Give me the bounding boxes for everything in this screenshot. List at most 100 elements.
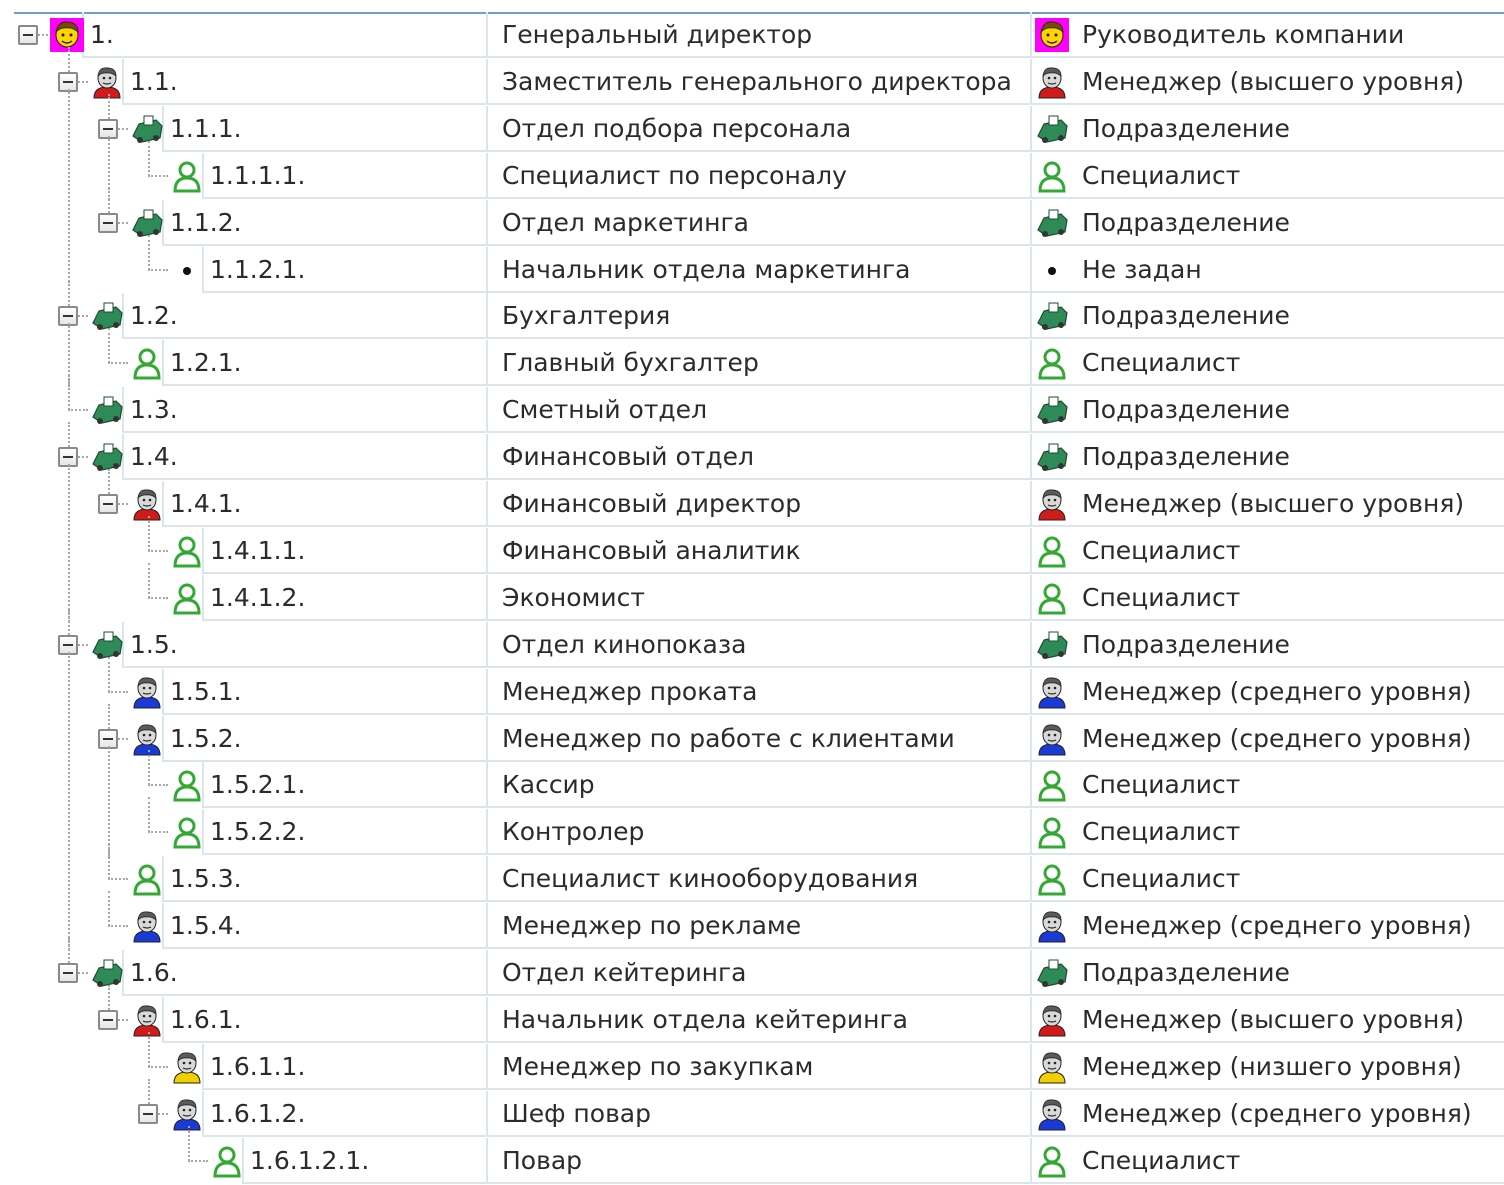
tree-row[interactable]: 1.6.1.2.1. Повар Специалист: [0, 1126, 1504, 1185]
item-number: 1.5.: [130, 630, 178, 659]
type-cell: Подразделение: [1030, 387, 1504, 433]
type-cell: Руководитель компании: [1030, 12, 1504, 58]
type-cell: Специалист: [1030, 340, 1504, 386]
tree-row[interactable]: 1.2.1. Главный бухгалтер Специалист: [0, 328, 1504, 387]
specialist-icon: [1035, 581, 1069, 615]
tree-connector: [78, 456, 88, 458]
manager-high-icon: [1035, 487, 1069, 521]
tree-row[interactable]: 1.3. Сметный отдел Подразделение: [0, 375, 1504, 434]
collapse-toggle-icon[interactable]: [98, 494, 118, 514]
tree-connector: [148, 831, 168, 833]
tree-connector: [148, 175, 168, 177]
name-cell: Финансовый директор: [486, 481, 1030, 527]
number-cell: 1.1.1.1.: [202, 153, 486, 199]
number-cell: 1.1.1.: [162, 106, 486, 152]
tree-row[interactable]: 1.2. Бухгалтерия Подразделение: [0, 281, 1504, 340]
collapse-toggle-icon[interactable]: [18, 25, 38, 45]
name-cell: Финансовый отдел: [486, 434, 1030, 480]
item-name: Генеральный директор: [502, 20, 813, 49]
tree-row[interactable]: 1.1.1.1. Специалист по персоналу Специалис…: [0, 141, 1504, 200]
item-name: Менеджер по работе с клиентами: [502, 724, 955, 753]
collapse-toggle-icon[interactable]: [98, 1010, 118, 1030]
number-cell: 1.5.2.: [162, 716, 486, 762]
item-number: 1.5.2.1.: [210, 770, 306, 799]
tree-connector: [108, 469, 110, 494]
name-cell: Специалист по персоналу: [486, 153, 1030, 199]
specialist-icon: [170, 815, 204, 849]
name-cell: Генеральный директор: [486, 12, 1030, 58]
tree-connector: [68, 323, 70, 387]
number-cell: 1.1.: [122, 59, 486, 105]
tree-connector: [108, 362, 128, 364]
item-name: Отдел подбора персонала: [502, 114, 852, 143]
tree-row[interactable]: 1.4.1.1. Финансовый аналитик Специалист: [0, 516, 1504, 575]
item-type: Менеджер (высшего уровня): [1082, 489, 1465, 518]
collapse-toggle-icon[interactable]: [58, 963, 78, 983]
tree-row[interactable]: 1.5. Отдел кинопоказа Подразделение: [0, 610, 1504, 669]
number-cell: 1.5.1.: [162, 669, 486, 715]
tree-connector: [108, 746, 110, 857]
tree-row[interactable]: 1.1. Заместитель генерального директора Ме…: [0, 47, 1504, 106]
tree-connector: [148, 750, 150, 785]
number-cell: 1.6.1.: [162, 997, 486, 1043]
specialist-icon: [210, 1144, 244, 1178]
name-cell: Специалист кинооборудования: [486, 856, 1030, 902]
item-type: Менеджер (среднего уровня): [1082, 911, 1472, 940]
department-icon: [90, 440, 124, 474]
number-cell: 1.6.1.1.: [202, 1044, 486, 1090]
tree-row[interactable]: 1.1.1. Отдел подбора персонала Подразделен…: [0, 94, 1504, 153]
collapse-toggle-icon[interactable]: [98, 213, 118, 233]
department-icon: [1035, 206, 1069, 240]
item-number: 1.5.3.: [170, 864, 242, 893]
item-type: Подразделение: [1082, 114, 1290, 143]
tree-row[interactable]: 1.5.2.1. Кассир Специалист: [0, 750, 1504, 809]
tree-connector: [158, 1113, 168, 1115]
item-type: Специалист: [1082, 1146, 1241, 1175]
item-number: 1.5.2.: [170, 724, 242, 753]
tree-row[interactable]: 1.5.1. Менеджер проката Менеджер (среднего…: [0, 657, 1504, 716]
type-cell: Менеджер (высшего уровня): [1030, 481, 1504, 527]
tree-row[interactable]: 1.5.3. Специалист кинооборудования Специал…: [0, 844, 1504, 903]
tree-row[interactable]: 1. Генеральный директор Руководитель компа…: [0, 12, 1504, 59]
manager-mid-icon: [1035, 722, 1069, 756]
tree-connector: [78, 644, 88, 646]
tree-row[interactable]: 1.1.2. Отдел маркетинга Подразделение: [0, 188, 1504, 247]
tree-row[interactable]: 1.4.1. Финансовый директор Менеджер (высше…: [0, 469, 1504, 528]
tree-connector: [68, 652, 70, 950]
name-cell: Менеджер по работе с клиентами: [486, 716, 1030, 762]
number-cell: 1.6.1.2.1.: [242, 1138, 486, 1184]
collapse-toggle-icon[interactable]: [138, 1104, 158, 1124]
tree-row[interactable]: 1.5.2. Менеджер по работе с клиентами Мене…: [0, 704, 1504, 763]
tree-row[interactable]: 1.6.1. Начальник отдела кейтеринга Менедже…: [0, 985, 1504, 1044]
item-type: Менеджер (среднего уровня): [1082, 677, 1472, 706]
tree-row[interactable]: 1.5.2.2. Контролер Специалист: [0, 797, 1504, 856]
item-name: Отдел маркетинга: [502, 208, 749, 237]
item-type: Менеджер (среднего уровня): [1082, 1099, 1472, 1128]
item-name: Специалист по персоналу: [502, 161, 847, 190]
department-icon: [1035, 112, 1069, 146]
type-cell: Менеджер (среднего уровня): [1030, 716, 1504, 762]
number-cell: 1.5.2.2.: [202, 809, 486, 855]
tree-row[interactable]: 1.4.1.2. Экономист Специалист: [0, 563, 1504, 622]
number-cell: 1.6.: [122, 950, 486, 996]
number-cell: 1.1.2.1.: [202, 247, 486, 293]
number-cell: 1.4.1.1.: [202, 528, 486, 574]
department-icon: [90, 299, 124, 333]
tree-row[interactable]: 1.6.1.1. Менеджер по закупкам Менеджер (ни…: [0, 1032, 1504, 1091]
tree-row[interactable]: 1.1.2.1. Начальник отдела маркетинга Не за…: [0, 235, 1504, 294]
tree-row[interactable]: 1.6.1.2. Шеф повар Менеджер (среднего уров…: [0, 1079, 1504, 1138]
tree-connector: [108, 94, 110, 119]
item-number: 1.2.1.: [170, 348, 242, 377]
tree-connector: [108, 704, 110, 729]
name-cell: Отдел кинопоказа: [486, 622, 1030, 668]
tree-connector: [108, 328, 110, 363]
tree-connector: [148, 797, 150, 832]
specialist-icon: [170, 534, 204, 568]
item-name: Сметный отдел: [502, 395, 708, 424]
tree-connector: [68, 409, 88, 411]
tree-row[interactable]: 1.4. Финансовый отдел Подразделение: [0, 422, 1504, 481]
director-icon: [50, 18, 84, 52]
name-cell: Заместитель генерального директора: [486, 59, 1030, 105]
tree-row[interactable]: 1.5.4. Менеджер по рекламе Менеджер (средн…: [0, 891, 1504, 950]
tree-row[interactable]: 1.6. Отдел кейтеринга Подразделение: [0, 938, 1504, 997]
